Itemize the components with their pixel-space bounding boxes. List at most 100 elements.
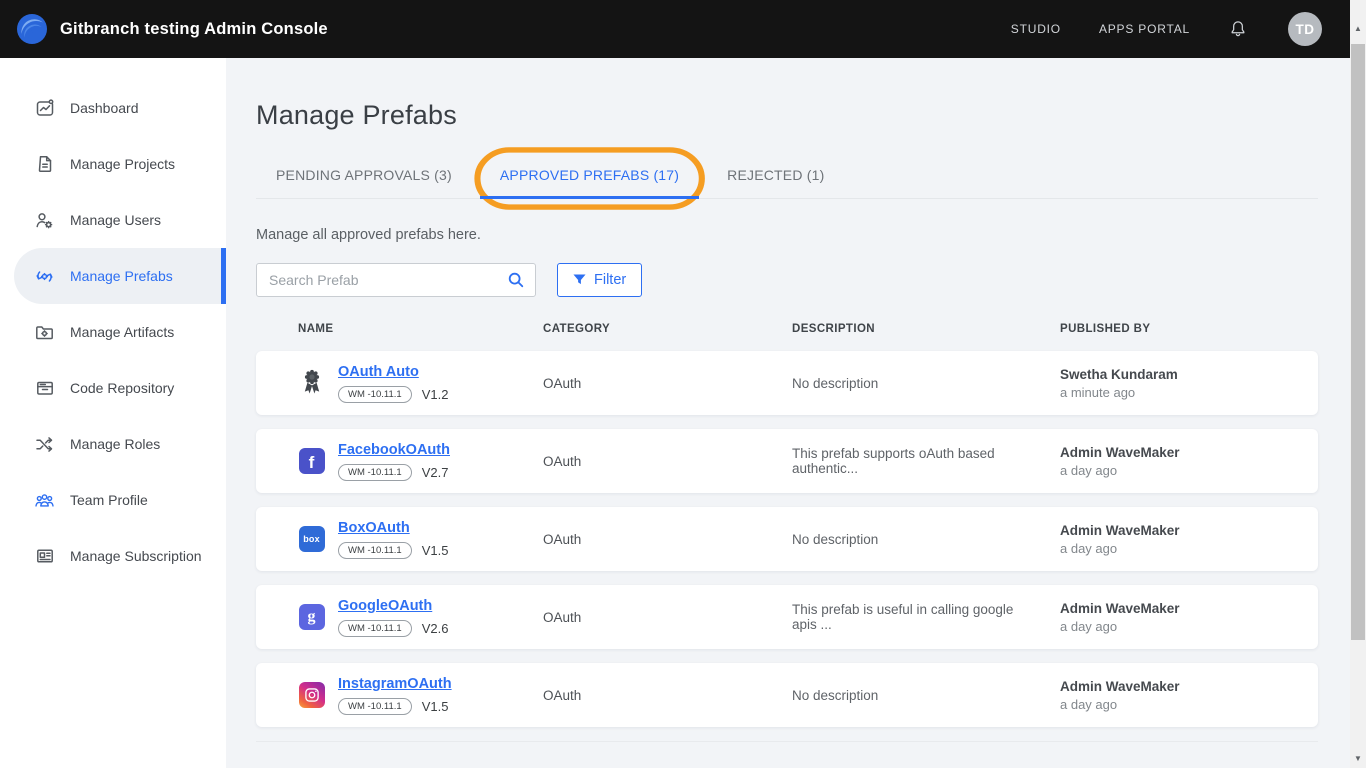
category-cell: OAuth — [543, 532, 792, 547]
sidebar-item-label: Manage Users — [70, 212, 161, 228]
user-avatar[interactable]: TD — [1288, 12, 1322, 46]
users-icon — [34, 210, 55, 231]
filter-button-label: Filter — [594, 272, 626, 288]
tab-pending-approvals[interactable]: PENDING APPROVALS (3) — [256, 155, 472, 198]
search-icon[interactable] — [507, 271, 525, 289]
artifacts-icon — [34, 322, 55, 343]
tab-label: REJECTED (1) — [727, 167, 824, 183]
table-row: OAuth Auto WM -10.11.1 V1.2 OAuth No des… — [256, 351, 1318, 415]
tab-label: APPROVED PREFABS (17) — [500, 167, 679, 183]
publisher-name: Admin WaveMaker — [1060, 679, 1318, 694]
description-cell: No description — [792, 688, 1060, 703]
scrollbar-up-arrow[interactable]: ▲ — [1350, 20, 1366, 36]
tab-rejected[interactable]: REJECTED (1) — [707, 155, 844, 198]
prefab-tabs: PENDING APPROVALS (3) APPROVED PREFABS (1… — [256, 155, 1318, 199]
version-label: V1.2 — [422, 387, 449, 402]
sidebar-item-code-repository[interactable]: Code Repository — [0, 360, 226, 416]
prefab-name-link[interactable]: GoogleOAuth — [338, 598, 432, 614]
filter-funnel-icon — [573, 274, 586, 287]
sidebar-item-label: Manage Projects — [70, 156, 175, 172]
sidebar-item-manage-roles[interactable]: Manage Roles — [0, 416, 226, 472]
team-profile-icon — [34, 490, 55, 511]
sidebar-item-label: Team Profile — [70, 492, 148, 508]
table-row: box BoxOAuth WM -10.11.1 V1.5 OAuth No d… — [256, 507, 1318, 571]
subscription-icon — [34, 546, 55, 567]
sidebar-item-label: Manage Roles — [70, 436, 160, 452]
sidebar-item-manage-projects[interactable]: Manage Projects — [0, 136, 226, 192]
box-icon: box — [298, 522, 325, 556]
version-label: V2.6 — [422, 621, 449, 636]
version-label: V1.5 — [422, 699, 449, 714]
notifications-bell-icon[interactable] — [1228, 17, 1250, 41]
prefab-name-link[interactable]: OAuth Auto — [338, 364, 419, 380]
scrollbar-down-arrow[interactable]: ▼ — [1350, 750, 1366, 766]
page-title: Manage Prefabs — [256, 100, 1318, 131]
sidebar-item-label: Dashboard — [70, 100, 139, 116]
table-row: f FacebookOAuth WM -10.11.1 V2.7 OAuth T… — [256, 429, 1318, 493]
top-navigation-bar: Gitbranch testing Admin Console STUDIO A… — [0, 0, 1366, 58]
search-prefab-input[interactable] — [269, 272, 507, 288]
publisher-name: Admin WaveMaker — [1060, 523, 1318, 538]
column-header-name: NAME — [298, 323, 543, 335]
prefab-name-link[interactable]: BoxOAuth — [338, 520, 410, 536]
table-row: InstagramOAuth WM -10.11.1 V1.5 OAuth No… — [256, 663, 1318, 727]
publisher-name: Admin WaveMaker — [1060, 445, 1318, 460]
scrollbar-thumb[interactable] — [1351, 44, 1365, 640]
sidebar-item-team-profile[interactable]: Team Profile — [0, 472, 226, 528]
instagram-icon — [298, 678, 325, 712]
column-header-category: CATEGORY — [543, 323, 792, 335]
category-cell: OAuth — [543, 454, 792, 469]
roles-icon — [34, 434, 55, 455]
dashboard-icon — [34, 98, 55, 119]
prefab-name-link[interactable]: FacebookOAuth — [338, 442, 450, 458]
search-prefab-box — [256, 263, 536, 297]
code-repository-icon — [34, 378, 55, 399]
category-cell: OAuth — [543, 610, 792, 625]
facebook-icon: f — [298, 444, 325, 478]
prefab-name-link[interactable]: InstagramOAuth — [338, 676, 452, 692]
projects-icon — [34, 154, 55, 175]
filter-button[interactable]: Filter — [557, 263, 642, 297]
sidebar-navigation: Dashboard Manage Projects Manage Users M… — [0, 58, 226, 768]
category-cell: OAuth — [543, 376, 792, 391]
version-badge: WM -10.11.1 — [338, 542, 412, 559]
sidebar-item-label: Manage Artifacts — [70, 324, 174, 340]
published-time: a day ago — [1060, 619, 1318, 634]
award-medal-icon — [298, 366, 325, 400]
description-cell: This prefab supports oAuth based authent… — [792, 446, 1060, 476]
sidebar-item-label: Code Repository — [70, 380, 174, 396]
vertical-scrollbar[interactable]: ▲ ▼ — [1350, 0, 1366, 768]
category-cell: OAuth — [543, 688, 792, 703]
sidebar-item-manage-users[interactable]: Manage Users — [0, 192, 226, 248]
version-label: V1.5 — [422, 543, 449, 558]
studio-link[interactable]: STUDIO — [1011, 22, 1061, 36]
main-content: Manage Prefabs PENDING APPROVALS (3) APPR… — [226, 58, 1366, 768]
sidebar-item-manage-subscription[interactable]: Manage Subscription — [0, 528, 226, 584]
publisher-name: Swetha Kundaram — [1060, 367, 1318, 382]
version-badge: WM -10.11.1 — [338, 386, 412, 403]
column-header-description: DESCRIPTION — [792, 323, 1060, 335]
sidebar-item-manage-artifacts[interactable]: Manage Artifacts — [0, 304, 226, 360]
tab-label: PENDING APPROVALS (3) — [276, 167, 452, 183]
published-time: a minute ago — [1060, 385, 1318, 400]
sidebar-item-label: Manage Prefabs — [70, 268, 173, 284]
sidebar-item-label: Manage Subscription — [70, 548, 202, 564]
sidebar-item-manage-prefabs[interactable]: Manage Prefabs — [14, 248, 226, 304]
sidebar-item-dashboard[interactable]: Dashboard — [0, 80, 226, 136]
published-time: a day ago — [1060, 541, 1318, 556]
column-header-published-by: PUBLISHED BY — [1060, 323, 1318, 335]
bottom-divider — [256, 741, 1318, 742]
app-title: Gitbranch testing Admin Console — [60, 20, 328, 39]
prefabs-icon — [34, 266, 55, 287]
tab-approved-prefabs[interactable]: APPROVED PREFABS (17) — [480, 155, 699, 198]
version-label: V2.7 — [422, 465, 449, 480]
page-subtitle: Manage all approved prefabs here. — [256, 227, 1318, 243]
table-row: g GoogleOAuth WM -10.11.1 V2.6 OAuth Thi… — [256, 585, 1318, 649]
google-icon: g — [298, 600, 325, 634]
apps-portal-link[interactable]: APPS PORTAL — [1099, 22, 1190, 36]
publisher-name: Admin WaveMaker — [1060, 601, 1318, 616]
description-cell: No description — [792, 532, 1060, 547]
description-cell: No description — [792, 376, 1060, 391]
table-header-row: NAMECATEGORYDESCRIPTIONPUBLISHED BY — [256, 297, 1318, 351]
wavemaker-logo — [16, 13, 48, 45]
